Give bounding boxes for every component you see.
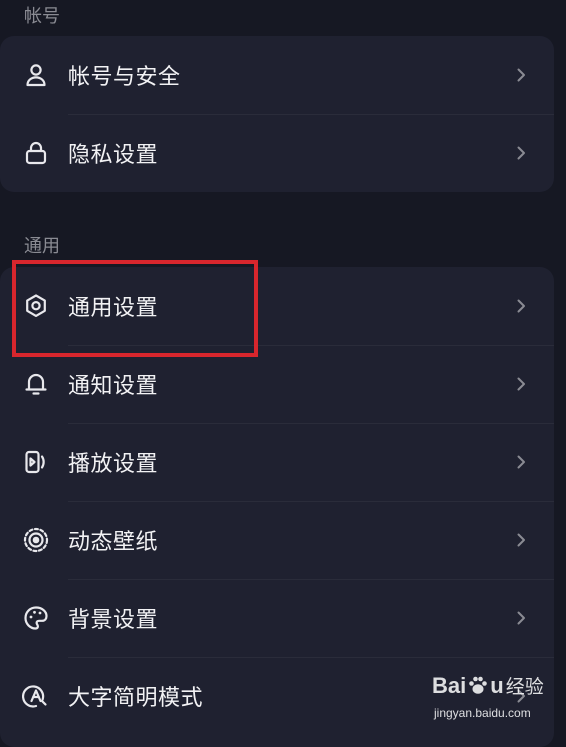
settings-item-account-security[interactable]: 帐号与安全 [0, 36, 554, 114]
gear-icon [22, 292, 50, 320]
watermark-brand: Bai u 经验 [432, 672, 544, 699]
settings-item-label: 通用设置 [68, 296, 159, 321]
chevron-right-icon [513, 532, 529, 548]
settings-item-label: 播放设置 [68, 452, 159, 477]
settings-item-live-wallpaper[interactable]: 动态壁纸 [0, 501, 554, 579]
section-header-general: 通用 [24, 236, 60, 257]
settings-item-label: 大字简明模式 [68, 686, 204, 711]
chevron-right-icon [513, 145, 529, 161]
settings-item-label: 背景设置 [68, 608, 159, 633]
bell-icon [22, 370, 50, 398]
chevron-right-icon [513, 454, 529, 470]
settings-item-privacy[interactable]: 隐私设置 [0, 114, 554, 192]
settings-item-label: 隐私设置 [68, 143, 159, 168]
person-icon [22, 61, 50, 89]
chevron-right-icon [513, 376, 529, 392]
settings-item-label: 动态壁纸 [68, 530, 159, 555]
large-text-icon [22, 682, 50, 710]
watermark-brand-left: Bai [432, 673, 467, 698]
settings-item-notification[interactable]: 通知设置 [0, 345, 554, 423]
watermark-brand-right: u [490, 673, 504, 698]
chevron-right-icon [513, 298, 529, 314]
watermark-url: jingyan.baidu.com [434, 706, 531, 720]
chevron-right-icon [513, 67, 529, 83]
paw-icon [467, 674, 489, 696]
settings-item-playback[interactable]: 播放设置 [0, 423, 554, 501]
section-header-account: 帐号 [24, 6, 60, 27]
palette-icon [22, 604, 50, 632]
settings-item-label: 通知设置 [68, 374, 159, 399]
wallpaper-icon [22, 526, 50, 554]
play-icon [22, 448, 50, 476]
lock-icon [22, 139, 50, 167]
baidu-jingyan-watermark: Bai u 经验 jingyan.baidu.com [432, 672, 562, 728]
settings-card-account: 帐号与安全 隐私设置 [0, 36, 554, 192]
settings-item-label: 帐号与安全 [68, 65, 181, 90]
chevron-right-icon [513, 610, 529, 626]
settings-item-general-settings[interactable]: 通用设置 [0, 267, 554, 345]
settings-item-background[interactable]: 背景设置 [0, 579, 554, 657]
watermark-suffix: 经验 [505, 677, 544, 698]
